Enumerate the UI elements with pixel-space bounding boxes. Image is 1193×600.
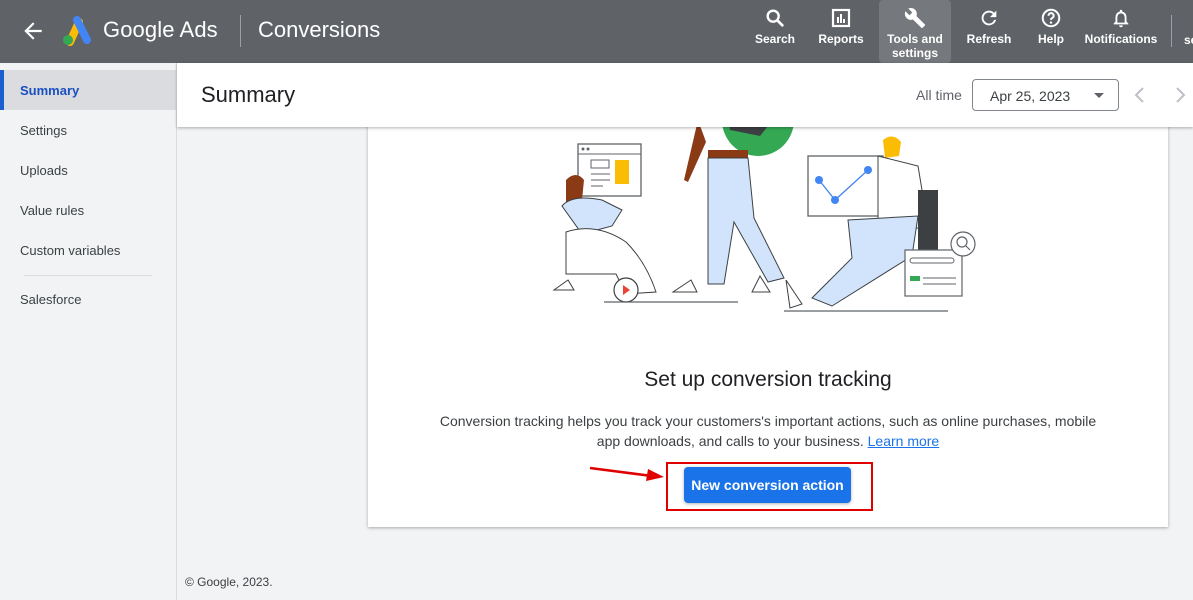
nav-divider (1171, 15, 1172, 47)
sidebar-item-label: Salesforce (20, 291, 82, 307)
sidebar-item-label: Custom variables (20, 242, 121, 258)
card-title: Set up conversion tracking (644, 368, 892, 391)
wrench-icon (904, 8, 926, 29)
sidebar-item-value-rules[interactable]: Value rules (0, 190, 176, 230)
nav-notifications-button[interactable]: Notifications (1082, 0, 1160, 63)
google-ads-logo (60, 16, 92, 46)
chevron-left-icon (1134, 87, 1144, 103)
sidebar-item-label: Uploads (20, 162, 68, 178)
previous-period-button[interactable] (1130, 83, 1150, 107)
nav-cut-off-label[interactable]: se (1184, 33, 1193, 47)
empty-state-card: Set up conversion tracking Conversion tr… (368, 84, 1168, 527)
help-icon (1041, 8, 1061, 28)
nav-help-label: Help (1037, 32, 1064, 46)
nav-search-label: Search (754, 32, 796, 46)
date-range-value: Apr 25, 2023 (990, 88, 1071, 104)
learn-more-link[interactable]: Learn more (868, 433, 940, 449)
sidebar-divider (24, 275, 152, 276)
reports-icon (831, 8, 851, 28)
date-range-label: All time (916, 87, 962, 103)
sidebar-item-label: Summary (20, 82, 80, 98)
sidebar: Summary Settings Uploads Value rules Cus… (0, 63, 177, 600)
next-period-button[interactable] (1170, 83, 1190, 107)
page-title: Summary (201, 82, 296, 107)
sidebar-item-custom-variables[interactable]: Custom variables (0, 230, 176, 270)
nav-notifications-label: Notifications (1084, 32, 1158, 46)
arrow-back-icon (24, 22, 42, 40)
section-title: Conversions (258, 17, 381, 42)
nav-refresh-button[interactable]: Refresh (964, 0, 1014, 63)
nav-tools-settings-label: Tools and settings (887, 32, 943, 60)
sidebar-item-summary[interactable]: Summary (0, 70, 176, 110)
dropdown-caret-icon (1094, 93, 1104, 98)
back-button[interactable] (20, 18, 46, 44)
refresh-icon (981, 10, 997, 26)
chevron-right-icon (1176, 87, 1186, 103)
nav-search-button[interactable]: Search (752, 0, 798, 63)
nav-tools-settings-button[interactable]: Tools and settings (879, 0, 951, 63)
page-header: Summary All time Apr 25, 2023 (177, 63, 1193, 127)
product-name: Google Ads (103, 17, 218, 42)
card-description-text: Conversion tracking helps you track your… (439, 413, 1097, 449)
sidebar-item-label: Value rules (20, 202, 85, 218)
nav-help-button[interactable]: Help (1033, 0, 1069, 63)
nav-reports-button[interactable]: Reports (814, 0, 868, 63)
title-divider (240, 15, 241, 47)
search-icon (766, 9, 784, 27)
date-range-select[interactable]: Apr 25, 2023 (972, 79, 1119, 111)
sidebar-item-uploads[interactable]: Uploads (0, 150, 176, 190)
copyright-footer: © Google, 2023. (185, 575, 273, 589)
nav-reports-label: Reports (818, 32, 864, 46)
sidebar-item-settings[interactable]: Settings (0, 110, 176, 150)
sidebar-item-label: Settings (20, 122, 67, 138)
top-app-bar: Google Ads Conversions Search Reports To… (0, 0, 1193, 63)
annotation-arrow-icon (589, 466, 664, 481)
card-description: Conversion tracking helps you track your… (428, 411, 1108, 451)
new-conversion-action-button[interactable]: New conversion action (684, 467, 851, 503)
bell-icon (1113, 9, 1129, 28)
conversion-illustration (538, 84, 998, 320)
nav-refresh-label: Refresh (966, 32, 1012, 46)
sidebar-item-salesforce[interactable]: Salesforce (0, 279, 176, 319)
